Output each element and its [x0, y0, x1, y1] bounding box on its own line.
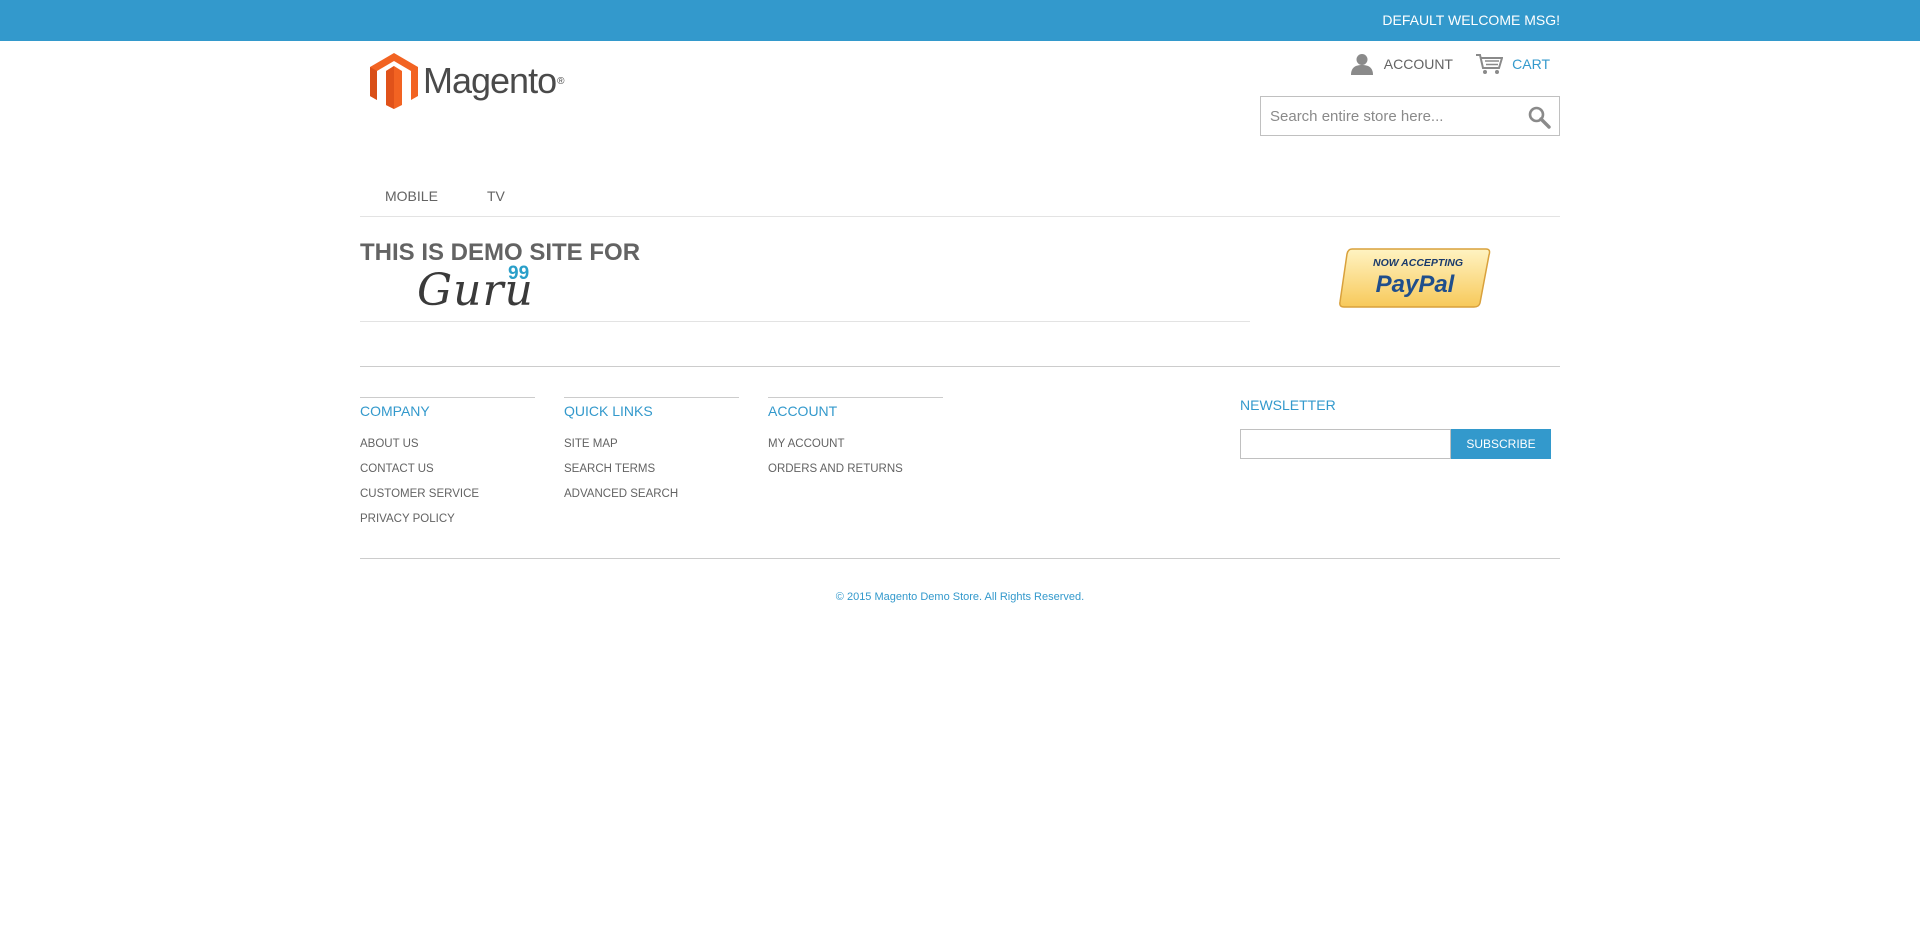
account-label: ACCOUNT — [1383, 56, 1453, 72]
welcome-bar: DEFAULT WELCOME MSG! — [0, 0, 1920, 41]
footer-link-about-us[interactable]: ABOUT US — [360, 432, 535, 457]
footer-link-site-map[interactable]: SITE MAP — [564, 432, 739, 457]
footer-heading-quick-links: QUICK LINKS — [564, 403, 653, 419]
nav-item-mobile[interactable]: MOBILE — [385, 188, 438, 204]
paypal-brand: PayPal — [1376, 271, 1456, 298]
magento-logo-icon — [370, 53, 418, 109]
newsletter-block: NEWSLETTER SUBSCRIBE — [1240, 397, 1560, 459]
search-input[interactable] — [1261, 97, 1511, 135]
footer-link-privacy-policy[interactable]: PRIVACY POLICY — [360, 507, 535, 532]
account-link[interactable]: ACCOUNT — [1350, 53, 1453, 75]
copyright-text: © 2015 Magento Demo Store. All Rights Re… — [835, 591, 1085, 603]
demo-site-heading: THIS IS DEMO SITE FOR — [360, 239, 641, 266]
newsletter-heading: NEWSLETTER — [1240, 397, 1336, 413]
demo-site-banner: THIS IS DEMO SITE FOR Guru 99 — [360, 237, 1250, 322]
site-footer: COMPANY ABOUT US CONTACT US CUSTOMER SER… — [360, 367, 1560, 559]
footer-link-customer-service[interactable]: CUSTOMER SERVICE — [360, 482, 535, 507]
footer-column-company: COMPANY ABOUT US CONTACT US CUSTOMER SER… — [360, 397, 535, 532]
nav-item-tv[interactable]: TV — [487, 188, 505, 204]
site-header: Magento ® ACCOUNT CART — [360, 41, 1560, 176]
user-icon — [1350, 54, 1373, 75]
cart-link[interactable]: CART — [1475, 53, 1550, 75]
footer-link-my-account[interactable]: MY ACCOUNT — [768, 432, 943, 457]
column-divider — [360, 397, 535, 398]
welcome-message: DEFAULT WELCOME MSG! — [1382, 12, 1560, 28]
footer-link-search-terms[interactable]: SEARCH TERMS — [564, 457, 739, 482]
footer-heading-company: COMPANY — [360, 403, 430, 419]
guru-superscript: 99 — [508, 263, 530, 284]
search-box — [1260, 96, 1560, 136]
main-nav: MOBILE TV — [360, 176, 1560, 217]
footer-links-quick-links: SITE MAP SEARCH TERMS ADVANCED SEARCH — [564, 432, 739, 507]
subscribe-button[interactable]: SUBSCRIBE — [1451, 429, 1551, 459]
newsletter-form: SUBSCRIBE — [1240, 429, 1560, 459]
page-container: Magento ® ACCOUNT CART Search entire sto… — [360, 41, 1560, 603]
footer-column-account: ACCOUNT MY ACCOUNT ORDERS AND RETURNS — [768, 397, 943, 482]
footer-column-quick-links: QUICK LINKS SITE MAP SEARCH TERMS ADVANC… — [564, 397, 739, 507]
footer-link-orders-and-returns[interactable]: ORDERS AND RETURNS — [768, 457, 943, 482]
cart-label: CART — [1512, 56, 1550, 72]
footer-link-advanced-search[interactable]: ADVANCED SEARCH — [564, 482, 739, 507]
footer-links-company: ABOUT US CONTACT US CUSTOMER SERVICE PRI… — [360, 432, 535, 532]
column-divider — [768, 397, 943, 398]
column-divider — [564, 397, 739, 398]
welcome-bar-inner: DEFAULT WELCOME MSG! — [360, 0, 1560, 41]
cart-icon — [1476, 54, 1504, 74]
search-icon[interactable] — [1527, 105, 1551, 129]
newsletter-email-input[interactable] — [1240, 429, 1451, 459]
footer-links-account: MY ACCOUNT ORDERS AND RETURNS — [768, 432, 943, 482]
footer-link-contact-us[interactable]: CONTACT US — [360, 457, 535, 482]
paypal-badge[interactable]: NOW ACCEPTING PayPal — [1338, 247, 1492, 309]
logo-registered-mark: ® — [557, 75, 565, 87]
footer-heading-account: ACCOUNT — [768, 403, 838, 419]
logo-text: Magento — [423, 60, 557, 101]
paypal-now-accepting: NOW ACCEPTING — [1373, 257, 1463, 269]
magento-logo[interactable]: Magento ® — [369, 51, 569, 111]
promo-section: THIS IS DEMO SITE FOR Guru 99 NOW ACCEPT… — [360, 217, 1560, 367]
